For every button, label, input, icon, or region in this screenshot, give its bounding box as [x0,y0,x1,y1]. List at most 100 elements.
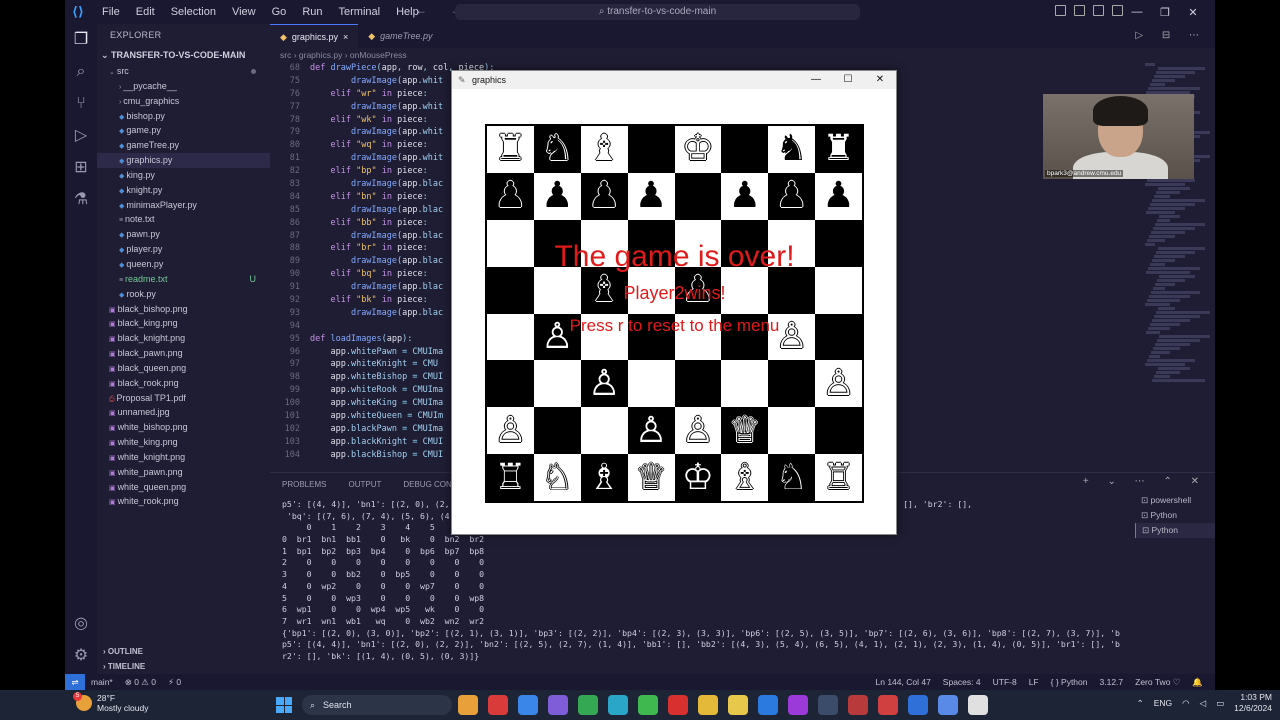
run-debug-icon[interactable]: ▷ [71,126,91,146]
board-square[interactable]: ♘ [533,454,581,501]
board-square[interactable] [768,360,816,408]
command-center[interactable]: ⌕ transfer-to-vs-code-main [455,4,860,20]
board-square[interactable]: ♟ [487,172,534,220]
board-square[interactable] [721,266,769,314]
board-square[interactable]: ♙ [674,407,722,455]
status-left-item[interactable]: main* [91,677,113,687]
file-tree-item[interactable]: › cmu_graphics [97,94,270,109]
file-tree-item[interactable]: ≡ note.txt [97,212,270,227]
menu-item-terminal[interactable]: Terminal [331,0,389,24]
taskbar-app-icon[interactable] [698,695,718,715]
board-square[interactable] [768,407,816,455]
taskbar-app-icon[interactable] [758,695,778,715]
taskbar-app-icon[interactable] [938,695,958,715]
toggle-sidebar-icon[interactable] [1055,5,1066,16]
tab-close-icon[interactable]: × [343,25,348,49]
board-square[interactable] [815,313,862,361]
taskbar-app-icon[interactable] [638,695,658,715]
file-tree-item[interactable]: ▣ white_knight.png [97,450,270,465]
file-tree-item[interactable]: ◆ king.py [97,168,270,183]
chess-piece[interactable]: ♟ [541,178,573,214]
board-square[interactable] [487,219,534,267]
panel-tab-output[interactable]: OUTPUT [348,480,381,489]
file-tree-item[interactable]: ◆ knight.py [97,183,270,198]
board-square[interactable]: ♞ [533,126,581,173]
graphics-title-bar[interactable]: ✎ graphics — ☐ ✕ [452,71,896,89]
board-square[interactable] [768,219,816,267]
file-tree-item[interactable]: ▣ black_pawn.png [97,346,270,361]
file-tree-item[interactable]: ⌄ src [97,64,270,79]
board-square[interactable]: ♚ [674,126,722,173]
taskbar-app-icon[interactable] [668,695,688,715]
board-square[interactable]: ♙ [768,313,816,361]
outline-section[interactable]: › OUTLINE [97,644,143,660]
clock[interactable]: 1:03 PM 12/6/2024 [1234,692,1272,714]
board-square[interactable]: ♖ [815,454,862,501]
chess-piece[interactable]: ♙ [635,412,667,449]
file-tree-item[interactable]: ▣ white_pawn.png [97,465,270,480]
board-square[interactable] [580,313,628,361]
graphics-maximize-icon[interactable]: ☐ [832,71,864,89]
board-square[interactable] [721,360,769,408]
board-square[interactable] [674,313,722,361]
board-square[interactable] [674,172,722,220]
wifi-icon[interactable]: ◠ [1182,698,1189,709]
board-square[interactable]: ♘ [768,454,816,501]
board-square[interactable] [627,360,675,408]
file-tree-item[interactable]: ≡ readme.txt U [97,272,270,287]
taskbar-app-icon[interactable] [548,695,568,715]
menu-item-selection[interactable]: Selection [163,0,224,24]
chess-piece[interactable]: ♟ [588,178,620,214]
board-square[interactable]: ♟ [533,172,581,220]
board-square[interactable]: ♙ [627,407,675,455]
notifications-bell-icon[interactable]: 🔔 [1192,677,1203,688]
maximize-icon[interactable]: ❐ [1151,6,1179,19]
chess-piece[interactable]: ♜ [494,131,526,167]
board-square[interactable] [815,219,862,267]
status-right-item[interactable]: Spaces: 4 [943,677,981,687]
terminal-list-item[interactable]: ⊡ powershell [1135,493,1215,508]
board-square[interactable]: ♙ [815,360,862,408]
chess-piece[interactable]: ♘ [776,459,808,496]
terminal-list-item[interactable]: ⊡ Python [1135,523,1215,538]
language-indicator[interactable]: ENG [1154,698,1172,708]
status-right-item[interactable]: UTF-8 [993,677,1017,687]
chess-piece[interactable]: ♚ [682,131,714,167]
file-tree-item[interactable]: ▣ black_bishop.png [97,302,270,317]
extensions-icon[interactable]: ⊞ [71,158,91,178]
board-square[interactable]: ♟ [674,266,722,314]
chess-piece[interactable]: ♙ [541,318,573,355]
start-windows-icon[interactable] [276,697,292,713]
board-square[interactable]: ♕ [721,407,769,455]
file-tree-item[interactable]: ▣ white_king.png [97,435,270,450]
board-square[interactable] [487,313,534,361]
chess-piece[interactable]: ♙ [494,412,526,449]
close-icon[interactable]: ✕ [1179,6,1207,19]
board-square[interactable] [721,313,769,361]
status-right-item[interactable]: LF [1029,677,1039,687]
settings-gear-icon[interactable]: ⚙ [71,646,91,666]
editor-actions[interactable]: ▷ ⊟ ⋯ [1135,30,1207,41]
board-square[interactable] [627,219,675,267]
file-tree-item[interactable]: ◆ rook.py [97,287,270,302]
board-square[interactable] [815,407,862,455]
file-tree-item[interactable]: ◆ pawn.py [97,227,270,242]
taskbar-app-icon[interactable] [908,695,928,715]
board-square[interactable] [815,266,862,314]
file-tree-item[interactable]: ▣ black_king.png [97,316,270,331]
status-left-item[interactable]: ⚡ 0 [168,677,181,688]
menu-item-view[interactable]: View [224,0,264,24]
chess-piece[interactable]: ♙ [682,412,714,449]
board-square[interactable]: ♔ [674,454,722,501]
board-square[interactable] [487,360,534,408]
layout-controls[interactable] [1055,5,1123,16]
panel-actions[interactable]: + ⌄ ⋯ ⌃ ✕ [1083,476,1207,487]
board-square[interactable]: ♞ [768,126,816,173]
board-square[interactable] [674,360,722,408]
file-tree-item[interactable]: ▣ black_rook.png [97,376,270,391]
taskbar-search[interactable]: ⌕ Search [302,695,452,715]
board-square[interactable] [627,126,675,173]
chess-piece[interactable]: ♝ [588,131,620,167]
remote-indicator-icon[interactable]: ⇌ [65,674,85,690]
taskbar-app-icon[interactable] [818,695,838,715]
